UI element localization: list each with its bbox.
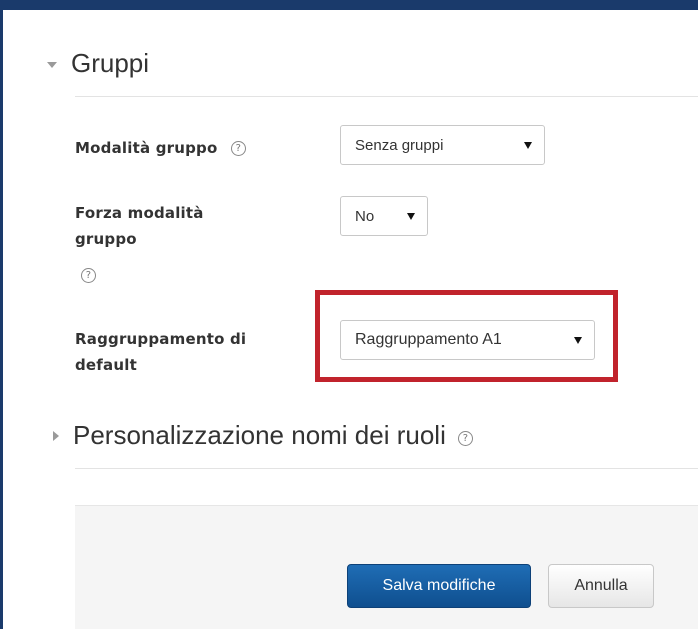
settings-panel: Gruppi Modalità gruppo ? Senza gruppi Fo… <box>3 10 698 629</box>
help-icon[interactable]: ? <box>81 268 96 283</box>
section-divider <box>75 468 698 469</box>
section-divider <box>75 96 698 97</box>
save-button[interactable]: Salva modifiche <box>347 564 531 608</box>
triangle-right-icon <box>53 430 59 441</box>
cancel-button[interactable]: Annulla <box>548 564 654 608</box>
highlight-annotation <box>315 290 618 382</box>
dropdown-arrow-icon <box>407 212 415 220</box>
help-icon[interactable]: ? <box>230 141 246 156</box>
section-title-gruppi: Gruppi <box>71 48 150 78</box>
form-footer: Salva modifiche Annulla <box>75 505 698 629</box>
section-title-ruoli: Personalizzazione nomi dei ruoli <box>73 420 446 450</box>
section-header-gruppi[interactable]: Gruppi <box>47 48 149 79</box>
group-mode-label: Modalità gruppo ? <box>75 135 246 161</box>
triangle-down-icon <box>47 61 57 68</box>
group-mode-select[interactable]: Senza gruppi <box>340 125 545 165</box>
section-header-ruoli[interactable]: Personalizzazione nomi dei ruoli ? <box>53 420 473 451</box>
default-grouping-label: Raggruppamento di default <box>75 330 247 374</box>
dropdown-arrow-icon <box>524 141 532 149</box>
force-group-mode-label: Forza modalità gruppo ? <box>75 200 204 288</box>
help-icon[interactable]: ? <box>457 431 473 446</box>
force-group-mode-select[interactable]: No <box>340 196 428 236</box>
